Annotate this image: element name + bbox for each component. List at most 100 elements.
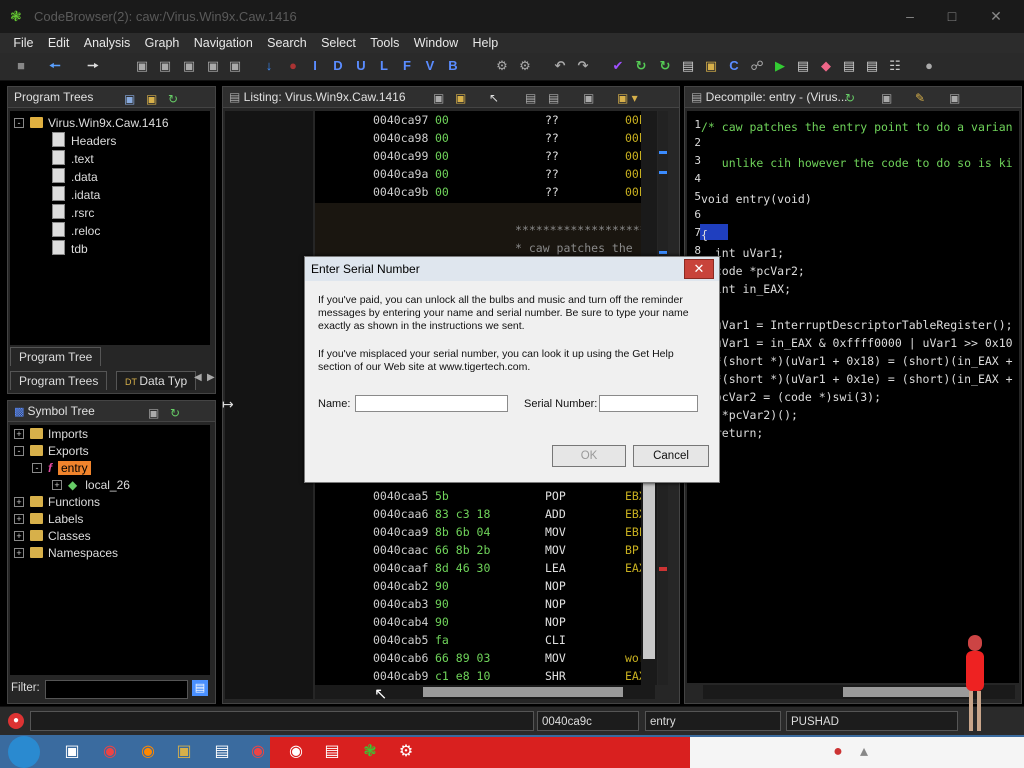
menu-edit[interactable]: Edit <box>42 33 75 52</box>
menu-analysis[interactable]: Analysis <box>78 33 136 52</box>
listing-row[interactable]: 0040ca99 00?? 00h <box>315 147 655 165</box>
filter-input[interactable] <box>45 680 188 699</box>
listing-row[interactable]: 0040caa9 8b 6b 04 MOV EBP <box>315 523 655 541</box>
listing-row[interactable]: 0040caaf 8d 46 30 LEA EAX <box>315 559 655 577</box>
forward-arrow-icon[interactable]: 🠖 <box>84 57 102 75</box>
open-folder-icon[interactable]: ▣ <box>146 89 157 109</box>
code-line[interactable]: uVar1 = InterruptDescriptorTableRegister… <box>701 316 1013 334</box>
symbol-entry[interactable]: - f entry <box>32 459 91 477</box>
close-button[interactable]: ✕ <box>981 6 1011 26</box>
edit-icon[interactable]: ✎ <box>915 88 925 108</box>
undo-icon[interactable]: ↶ <box>551 57 569 75</box>
tab-program-tree[interactable]: Program Tree <box>10 347 102 366</box>
expand-icon[interactable]: + <box>14 548 24 558</box>
explorer-folder-icon[interactable]: ▣ <box>172 740 196 764</box>
tree-item-text[interactable]: .text <box>52 150 94 168</box>
copy-icon[interactable]: ▣ <box>881 88 892 108</box>
listing-row[interactable]: 0040cab4 90 NOP <box>315 613 655 631</box>
taskbar-app-icon[interactable]: ◉ <box>246 740 270 764</box>
code-line[interactable]: *(short *)(uVar1 + 0x18) = (short)(in_EA… <box>701 352 1013 370</box>
tab-scroll-left-icon[interactable]: ◀ <box>194 372 202 383</box>
help-icon[interactable]: ● <box>920 57 938 75</box>
copy-icon[interactable]: ▣ <box>433 88 444 108</box>
patch-icon[interactable]: ⚙ <box>516 57 534 75</box>
listing-row[interactable]: 0040ca9a 00?? 00h <box>315 165 655 183</box>
code-line[interactable]: { <box>701 226 708 244</box>
chrome-icon[interactable]: ◉ <box>98 740 122 764</box>
tree-item-tdb[interactable]: tdb <box>52 240 88 258</box>
redo-icon[interactable]: ↷ <box>574 57 592 75</box>
toolbar-letter-v[interactable]: V <box>421 57 439 75</box>
tree-item-idata[interactable]: .idata <box>52 186 100 204</box>
serial-number-input[interactable] <box>599 395 698 412</box>
tree-icon[interactable]: ☷ <box>886 57 904 75</box>
toolbar-letter-u[interactable]: U <box>352 57 370 75</box>
table-icon[interactable]: ▤ <box>863 57 881 75</box>
collapse-icon[interactable]: - <box>14 446 24 456</box>
taskbar-app-icon[interactable]: ▣ <box>60 740 84 764</box>
tree-item-headers[interactable]: Headers <box>52 132 116 150</box>
nav-doc-icon[interactable]: ▣ <box>204 57 222 75</box>
listing-horizontal-scrollbar[interactable] <box>315 685 655 699</box>
toolbar-letter-b[interactable]: B <box>444 57 462 75</box>
minimize-button[interactable]: – <box>895 6 925 26</box>
menu-navigation[interactable]: Navigation <box>188 33 258 52</box>
table-icon[interactable]: ▤ <box>840 57 858 75</box>
run-icon[interactable]: ▶ <box>771 57 789 75</box>
code-icon[interactable]: C <box>725 57 743 75</box>
code-line[interactable]: uVar1 = in_EAX & 0xffff0000 | uVar1 >> 0… <box>701 334 1013 352</box>
filter-options-icon[interactable]: ▤ <box>192 680 208 696</box>
nav-doc-icon[interactable]: ▣ <box>226 57 244 75</box>
symbol-imports[interactable]: + Imports <box>14 425 88 443</box>
code-line[interactable]: unlike cih however the code to do so is … <box>701 154 1013 172</box>
symbol-namespaces[interactable]: + Namespaces <box>14 544 118 562</box>
nav-doc-icon[interactable]: ▣ <box>133 57 151 75</box>
listing-row[interactable]: 0040cab3 90 NOP <box>315 595 655 613</box>
cmd-icon[interactable]: ▤ <box>210 740 234 764</box>
collapse-icon[interactable]: - <box>32 463 42 473</box>
menu-tools[interactable]: Tools <box>364 33 404 52</box>
nav-doc-icon[interactable]: ▣ <box>180 57 198 75</box>
toolbar-letter-l[interactable]: L <box>375 57 393 75</box>
menu-search[interactable]: Search <box>261 33 312 52</box>
console-icon[interactable]: ● <box>8 713 24 729</box>
scroll-thumb[interactable] <box>423 687 623 697</box>
symbol-exports[interactable]: - Exports <box>14 442 89 460</box>
menu-graph[interactable]: Graph <box>139 33 185 52</box>
refresh-icon[interactable]: ↻ <box>170 403 180 423</box>
cursor-icon[interactable]: ↖ <box>489 88 499 108</box>
dialog-close-button[interactable]: ✕ <box>684 259 714 279</box>
code-line[interactable]: pcVar2 = (code *)swi(3); <box>701 388 881 406</box>
back-arrow-icon[interactable]: 🠔 <box>46 57 64 75</box>
symbol-classes[interactable]: + Classes <box>14 527 91 545</box>
graph-icon[interactable]: ☍ <box>748 57 766 75</box>
save-icon[interactable]: ■ <box>12 57 30 75</box>
listing-row[interactable]: 0040cab5 fa CLI <box>315 631 655 649</box>
listing-row[interactable]: 0040cab9 c1 e8 10 SHR EAX <box>315 667 655 685</box>
gear-icon[interactable]: ⚙ <box>394 740 418 764</box>
expand-icon[interactable]: + <box>14 514 24 524</box>
diamond-icon[interactable]: ◆ <box>817 57 835 75</box>
refresh-icon[interactable]: ↻ <box>845 88 855 108</box>
listing-row[interactable]: 0040ca97 00?? 00h <box>315 111 655 129</box>
symbol-labels[interactable]: + Labels <box>14 510 83 528</box>
refresh-icon[interactable]: ↻ <box>168 89 178 109</box>
table-icon[interactable]: ▤ <box>794 57 812 75</box>
new-tree-icon[interactable]: ▣ <box>124 89 135 109</box>
listing-row[interactable]: 0040ca98 00?? 00h <box>315 129 655 147</box>
symbol-functions[interactable]: + Functions <box>14 493 100 511</box>
refresh-icon[interactable]: ↻ <box>632 57 650 75</box>
collapse-icon[interactable]: - <box>14 118 24 128</box>
refresh-icon[interactable]: ↻ <box>656 57 674 75</box>
snapshot-icon[interactable]: ▣ <box>949 88 960 108</box>
paste-icon[interactable]: ▣ <box>455 88 466 108</box>
listing-row[interactable]: 0040caa5 5b POP EBX <box>315 487 655 505</box>
taskbar-app-icon[interactable]: ◉ <box>284 740 308 764</box>
expand-icon[interactable]: + <box>14 497 24 507</box>
tray-icon[interactable]: ● <box>826 740 850 764</box>
configure-icon[interactable]: ▣ <box>148 403 159 423</box>
format-icon[interactable]: ▤ <box>525 88 536 108</box>
memory-icon[interactable]: ▤ <box>679 57 697 75</box>
menu-window[interactable]: Window <box>408 33 463 52</box>
menu-help[interactable]: Help <box>467 33 504 52</box>
